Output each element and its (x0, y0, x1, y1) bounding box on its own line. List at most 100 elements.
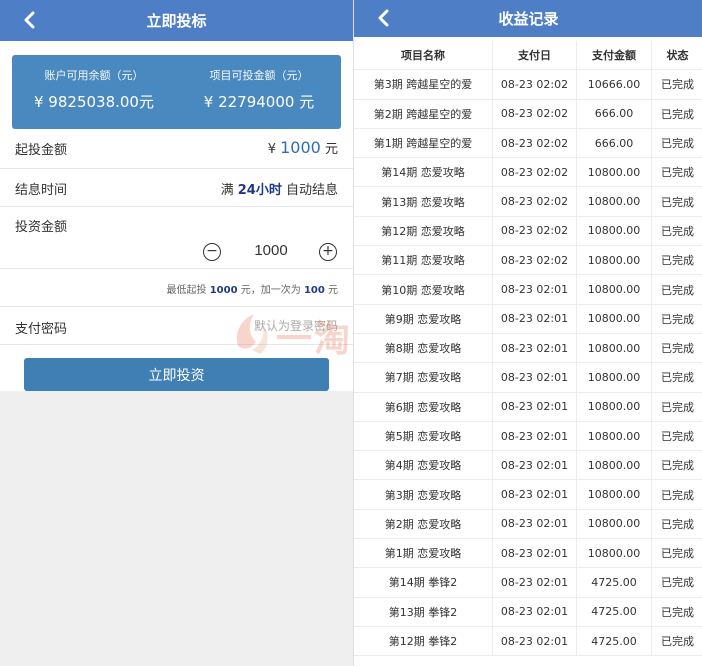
invest-amount-label: 投资金额 (15, 220, 68, 235)
investable-amount-label: 项目可投金额（元） (209, 69, 309, 82)
cell-status: 已完成 (661, 547, 694, 561)
page-title: 收益记录 (498, 10, 559, 28)
interest-time-row: 结息时间 满 24小时 自动结息 (0, 169, 353, 207)
table-row[interactable]: 第1期 恋爱攻略 08-23 02:01 10800.00 已完成 (354, 539, 702, 569)
chevron-left-icon[interactable] (18, 8, 42, 32)
cell-amount: 10800.00 (577, 451, 652, 480)
cell-project: 第11期 恋爱攻略 (354, 246, 493, 275)
cell-status: 已完成 (661, 224, 694, 238)
hint-min: 1000 (209, 285, 238, 296)
cell-project: 第1期 恋爱攻略 (354, 539, 493, 568)
cell-amount: 666.00 (577, 128, 652, 158)
invest-amount-row: 投资金额 − + (0, 207, 353, 269)
table-row[interactable]: 第9期 恋爱攻略 08-23 02:01 10800.00 已完成 (354, 304, 702, 334)
cell-amount: 4725.00 (577, 597, 652, 626)
increase-button[interactable]: + (319, 243, 337, 261)
cell-project: 第3期 跨越星空的爱 (354, 70, 493, 99)
invest-panel: 立即投标 账户可用余额（元） ¥ 9825038.00元 项目可投金额（元） ¥… (0, 0, 426, 666)
earnings-table: 项目名称 支付日 支付金额 状态 第3期 跨越星空的爱 08-23 02:02 10… (354, 41, 702, 657)
cell-project: 第8期 恋爱攻略 (354, 333, 493, 363)
invest-hint-row: 最低起投 1000 元，加一次为 100 元 (0, 269, 353, 307)
table-row[interactable]: 第2期 跨越星空的爱 08-23 02:02 666.00 已完成 (354, 99, 702, 129)
table-row[interactable]: 第11期 恋爱攻略 08-23 02:02 10800.00 已完成 (354, 246, 702, 276)
cell-amount: 10800.00 (577, 304, 652, 333)
table-row[interactable]: 第10期 恋爱攻略 08-23 02:01 10800.00 已完成 (354, 275, 702, 305)
table-body: 第3期 跨越星空的爱 08-23 02:02 10666.00 已完成 第2期 跨越星空… (354, 70, 702, 657)
unit-label: 元 (324, 142, 338, 157)
cell-project: 第12期 恋爱攻略 (354, 216, 493, 246)
table-row[interactable]: 第3期 跨越星空的爱 08-23 02:02 10666.00 已完成 (354, 70, 702, 100)
cell-status: 已完成 (661, 430, 694, 443)
cell-amount: 10800.00 (577, 275, 652, 304)
pay-password-input[interactable] (188, 316, 338, 336)
table-row[interactable]: 第12期 恋爱攻略 08-23 02:02 10800.00 已完成 (354, 216, 702, 247)
table-row[interactable]: 第13期 拳锋2 08-23 02:01 4725.00 已完成 (354, 597, 702, 627)
cell-pay-date: 08-23 02:02 (493, 99, 577, 128)
cell-pay-date: 08-23 02:01 (493, 539, 577, 568)
cell-status: 已完成 (661, 166, 694, 180)
column-header-pay-date: 支付日 (493, 41, 577, 70)
cell-project: 第13期 拳锋2 (354, 597, 493, 626)
cell-status: 已完成 (661, 400, 694, 414)
cell-status: 已完成 (661, 517, 694, 531)
table-row[interactable]: 第14期 恋爱攻略 08-23 02:02 10800.00 已完成 (354, 158, 702, 188)
cell-project: 第7期 恋爱攻略 (354, 363, 493, 392)
cell-status: 已完成 (661, 371, 694, 385)
available-balance-label: 账户可用余额（元） (44, 69, 144, 82)
cell-project: 第2期 恋爱攻略 (354, 509, 493, 539)
cell-project: 第10期 恋爱攻略 (354, 275, 493, 304)
cell-pay-date: 08-23 02:02 (493, 70, 577, 99)
invest-hint: 最低起投 1000 元，加一次为 100 元 (167, 281, 338, 296)
cell-status: 已完成 (661, 137, 694, 151)
cell-pay-date: 08-23 02:01 (493, 275, 577, 304)
table-row[interactable]: 第4期 恋爱攻略 08-23 02:01 10800.00 已完成 (354, 451, 702, 481)
invest-form: 账户可用余额（元） ¥ 9825038.00元 项目可投金额（元） ¥ 2279… (0, 41, 353, 391)
earnings-header: 收益记录 (354, 0, 702, 37)
table-row[interactable]: 第1期 跨越星空的爱 08-23 02:02 666.00 已完成 (354, 128, 702, 159)
cell-status: 已完成 (661, 195, 694, 209)
decrease-button[interactable]: − (203, 243, 221, 261)
cell-pay-date: 08-23 02:01 (493, 333, 577, 363)
table-row[interactable]: 第5期 恋爱攻略 08-23 02:01 10800.00 已完成 (354, 421, 702, 452)
hint-text: 最低起投 (166, 285, 207, 296)
interest-prefix: 满 (220, 183, 234, 198)
cell-pay-date: 08-23 02:01 (493, 626, 577, 656)
table-row[interactable]: 第2期 恋爱攻略 08-23 02:01 10800.00 已完成 (354, 509, 702, 540)
column-header-project: 项目名称 (354, 41, 493, 70)
column-header-amount: 支付金额 (577, 41, 652, 70)
table-row[interactable]: 第3期 恋爱攻略 08-23 02:01 10800.00 已完成 (354, 480, 702, 510)
cell-project: 第2期 跨越星空的爱 (354, 99, 493, 128)
page-title: 立即投标 (146, 12, 207, 30)
cell-pay-date: 08-23 02:02 (493, 216, 577, 246)
cell-status: 已完成 (661, 635, 694, 649)
cell-status: 已完成 (661, 576, 694, 590)
table-row[interactable]: 第8期 恋爱攻略 08-23 02:01 10800.00 已完成 (354, 333, 702, 364)
table-row[interactable]: 第13期 恋爱攻略 08-23 02:02 10800.00 已完成 (354, 187, 702, 217)
hint-step: 100 (303, 285, 325, 296)
cell-pay-date: 08-23 02:01 (493, 304, 577, 333)
table-row[interactable]: 第6期 恋爱攻略 08-23 02:01 10800.00 已完成 (354, 392, 702, 422)
cell-amount: 10800.00 (577, 509, 652, 539)
cell-status: 已完成 (661, 342, 694, 356)
cell-status: 已完成 (661, 78, 694, 92)
table-row[interactable]: 第7期 恋爱攻略 08-23 02:01 10800.00 已完成 (354, 363, 702, 393)
invest-now-button[interactable]: 立即投资 (24, 358, 329, 391)
interest-time-value: 满 24小时 自动结息 (221, 179, 338, 198)
cell-project: 第13期 恋爱攻略 (354, 187, 493, 216)
cell-pay-date: 08-23 02:01 (493, 451, 577, 480)
pay-password-label: 支付密码 (15, 322, 68, 337)
cell-amount: 10800.00 (577, 480, 652, 509)
cell-status: 已完成 (661, 459, 694, 473)
cell-amount: 10800.00 (577, 539, 652, 568)
interest-hours: 24小时 (237, 183, 282, 198)
interest-time-label: 结息时间 (15, 183, 68, 198)
chevron-left-icon[interactable] (372, 6, 396, 30)
cell-amount: 10800.00 (577, 421, 652, 451)
cell-project: 第4期 恋爱攻略 (354, 451, 493, 480)
cell-status: 已完成 (661, 488, 694, 502)
table-row[interactable]: 第14期 拳锋2 08-23 02:01 4725.00 已完成 (354, 568, 702, 598)
table-row[interactable]: 第12期 拳锋2 08-23 02:01 4725.00 已完成 (354, 626, 702, 657)
interest-suffix: 自动结息 (285, 183, 338, 198)
min-invest-amount: 1000 (280, 138, 321, 157)
invest-amount-input[interactable] (237, 242, 305, 259)
